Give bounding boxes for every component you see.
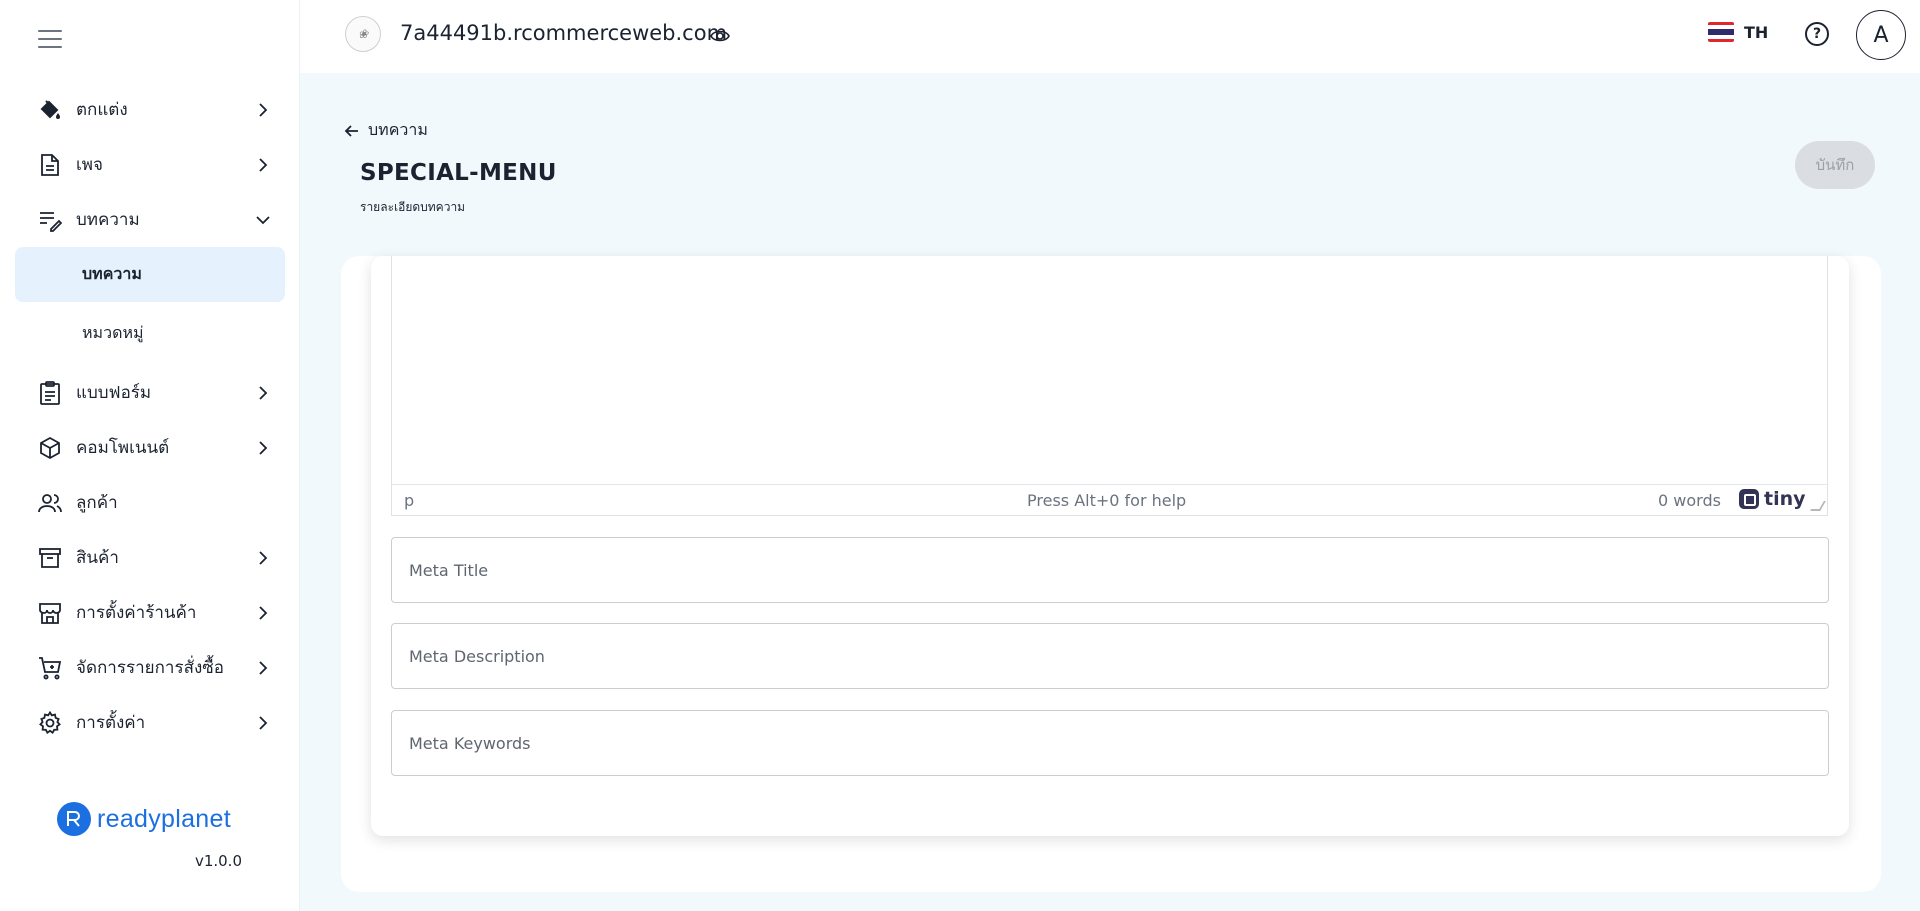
sidebar-subitem-label: หมวดหมู่	[82, 323, 144, 342]
meta-title-input[interactable]	[391, 537, 1829, 603]
menu-toggle-icon[interactable]	[38, 30, 62, 50]
thailand-flag-icon	[1708, 22, 1734, 42]
chevron-right-icon	[256, 385, 270, 400]
chevron-right-icon	[256, 102, 270, 117]
avatar[interactable]: A	[1856, 10, 1906, 60]
sidebar-item-label: คอมโพเนนต์	[76, 438, 170, 458]
chevron-right-icon	[256, 157, 270, 172]
arrow-left-icon	[344, 124, 358, 137]
cube-icon	[38, 436, 62, 460]
chevron-right-icon	[256, 660, 270, 675]
sidebar-item-decorate[interactable]: ตกแต่ง	[0, 82, 300, 137]
chevron-right-icon	[256, 715, 270, 730]
sidebar-item-label: จัดการรายการสั่งซื้อ	[76, 658, 225, 678]
language-selector[interactable]: TH	[1708, 22, 1768, 42]
sidebar-item-label: ลูกค้า	[76, 493, 118, 513]
tiny-brand-text: tiny	[1764, 488, 1806, 510]
site-url[interactable]: 7a44491b.rcommerceweb.com	[400, 21, 727, 45]
sidebar: ตกแต่ง เพจ บทความ บทความ หมวดหมู่ แบบฟอร…	[0, 0, 300, 911]
storefront-icon	[38, 601, 62, 625]
chevron-right-icon	[256, 440, 270, 455]
brand-name: readyplanet	[97, 804, 231, 833]
tiny-logo-icon	[1739, 489, 1759, 509]
language-code: TH	[1744, 22, 1769, 42]
sidebar-item-settings[interactable]: การตั้งค่า	[0, 695, 300, 750]
sidebar-item-label: การตั้งค่า	[76, 713, 146, 733]
readyplanet-logo: readyplanet	[57, 802, 231, 836]
sidebar-item-label: สินค้า	[76, 548, 119, 568]
back-link[interactable]: บทความ	[344, 118, 428, 143]
page-title: SPECIAL-MENU	[360, 160, 557, 186]
sidebar-item-label: การตั้งค่าร้านค้า	[76, 603, 197, 623]
gear-icon	[38, 710, 62, 735]
page-subtitle: รายละเอียดบทความ	[360, 200, 466, 214]
document-icon	[38, 153, 62, 177]
editor-content-area[interactable]	[392, 256, 1827, 484]
site-logo: ❀	[345, 16, 381, 52]
sidebar-item-label: ตกแต่ง	[76, 100, 128, 120]
editor-word-count[interactable]: 0 words	[1658, 491, 1721, 510]
sidebar-item-forms[interactable]: แบบฟอร์ม	[0, 365, 300, 420]
tiny-logo[interactable]: tiny	[1739, 488, 1806, 510]
eye-icon[interactable]	[710, 26, 730, 46]
cart-icon	[38, 656, 62, 680]
app-version: v1.0.0	[194, 852, 242, 870]
sidebar-subitem-categories[interactable]: หมวดหมู่	[15, 306, 285, 361]
chevron-down-icon	[256, 213, 270, 227]
editor-statusbar: p Press Alt+0 for help 0 words tiny	[392, 484, 1827, 515]
sidebar-nav: ตกแต่ง เพจ บทความ บทความ หมวดหมู่ แบบฟอร…	[0, 82, 300, 750]
help-icon[interactable]: ?	[1805, 22, 1829, 46]
sidebar-item-label: บทความ	[76, 210, 140, 230]
sidebar-item-label: เพจ	[76, 155, 103, 175]
sidebar-item-products[interactable]: สินค้า	[0, 530, 300, 585]
sidebar-subitem-label: บทความ	[82, 264, 142, 283]
sidebar-item-components[interactable]: คอมโพเนนต์	[0, 420, 300, 475]
sidebar-subitem-articles[interactable]: บทความ	[15, 247, 285, 302]
sidebar-item-articles[interactable]: บทความ	[0, 192, 300, 247]
back-link-label: บทความ	[368, 120, 428, 139]
sidebar-item-pages[interactable]: เพจ	[0, 137, 300, 192]
editor-element-path[interactable]: p	[404, 491, 414, 510]
sidebar-item-customers[interactable]: ลูกค้า	[0, 475, 300, 530]
rich-text-editor: p Press Alt+0 for help 0 words tiny	[391, 256, 1828, 516]
sidebar-item-orders[interactable]: จัดการรายการสั่งซื้อ	[0, 640, 300, 695]
chevron-right-icon	[256, 605, 270, 620]
editor-help-hint: Press Alt+0 for help	[1027, 491, 1187, 510]
save-button[interactable]: บันทึก	[1795, 141, 1875, 189]
resize-handle-icon[interactable]	[1810, 501, 1826, 511]
archive-box-icon	[38, 546, 62, 570]
users-icon	[38, 491, 62, 515]
article-edit-icon	[38, 208, 62, 232]
meta-description-input[interactable]	[391, 623, 1829, 689]
readyplanet-logo-icon	[57, 802, 91, 836]
sidebar-item-label: แบบฟอร์ม	[76, 383, 152, 403]
clipboard-icon	[38, 380, 62, 405]
top-header: ❀ 7a44491b.rcommerceweb.com TH ? A	[300, 0, 1920, 73]
meta-keywords-input[interactable]	[391, 710, 1829, 776]
sidebar-item-store-settings[interactable]: การตั้งค่าร้านค้า	[0, 585, 300, 640]
paint-bucket-icon	[38, 98, 62, 122]
chevron-right-icon	[256, 550, 270, 565]
